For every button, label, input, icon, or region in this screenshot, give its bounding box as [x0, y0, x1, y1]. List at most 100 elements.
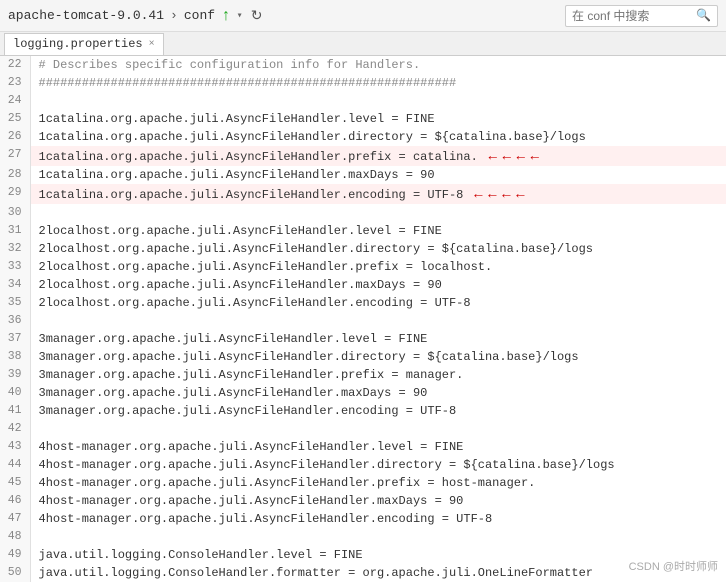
line-number: 47: [0, 510, 30, 528]
line-code: 3manager.org.apache.juli.AsyncFileHandle…: [30, 330, 726, 348]
breadcrumb-project[interactable]: apache-tomcat-9.0.41: [8, 8, 164, 23]
line-code: [30, 204, 726, 222]
line-code: 2localhost.org.apache.juli.AsyncFileHand…: [30, 222, 726, 240]
table-row: 36: [0, 312, 726, 330]
line-code: 2localhost.org.apache.juli.AsyncFileHand…: [30, 240, 726, 258]
search-input[interactable]: [572, 9, 692, 23]
search-box: 🔍: [565, 5, 718, 27]
line-number: 27: [0, 146, 30, 166]
line-number: 23: [0, 74, 30, 92]
line-number: 41: [0, 402, 30, 420]
line-number: 28: [0, 166, 30, 184]
watermark: CSDN @时时师师: [629, 558, 718, 574]
line-code: [30, 92, 726, 110]
line-number: 24: [0, 92, 30, 110]
line-code: 4host-manager.org.apache.juli.AsyncFileH…: [30, 492, 726, 510]
tab-bar: logging.properties ×: [0, 32, 726, 56]
line-number: 29: [0, 184, 30, 204]
table-row: 48: [0, 528, 726, 546]
line-number: 31: [0, 222, 30, 240]
line-code: java.util.logging.ConsoleHandler.formatt…: [30, 564, 726, 582]
line-number: 33: [0, 258, 30, 276]
line-code: java.util.logging.ConsoleHandler.level =…: [30, 546, 726, 564]
line-code: 2localhost.org.apache.juli.AsyncFileHand…: [30, 276, 726, 294]
table-row: 454host-manager.org.apache.juli.AsyncFil…: [0, 474, 726, 492]
line-number: 32: [0, 240, 30, 258]
line-number: 34: [0, 276, 30, 294]
line-number: 48: [0, 528, 30, 546]
table-row: 403manager.org.apache.juli.AsyncFileHand…: [0, 384, 726, 402]
table-row: 322localhost.org.apache.juli.AsyncFileHa…: [0, 240, 726, 258]
code-table: 22# Describes specific configuration inf…: [0, 56, 726, 582]
table-row: 434host-manager.org.apache.juli.AsyncFil…: [0, 438, 726, 456]
line-number: 50: [0, 564, 30, 582]
line-code: 1catalina.org.apache.juli.AsyncFileHandl…: [30, 184, 726, 204]
line-code: 2localhost.org.apache.juli.AsyncFileHand…: [30, 294, 726, 312]
line-code: [30, 312, 726, 330]
line-code: [30, 528, 726, 546]
line-code: 4host-manager.org.apache.juli.AsyncFileH…: [30, 456, 726, 474]
header-bar: apache-tomcat-9.0.41 › conf ↑ ▾ ↻ 🔍: [0, 0, 726, 32]
table-row: 383manager.org.apache.juli.AsyncFileHand…: [0, 348, 726, 366]
line-number: 43: [0, 438, 30, 456]
line-code: 4host-manager.org.apache.juli.AsyncFileH…: [30, 474, 726, 492]
line-number: 26: [0, 128, 30, 146]
table-row: 373manager.org.apache.juli.AsyncFileHand…: [0, 330, 726, 348]
line-number: 36: [0, 312, 30, 330]
table-row: 281catalina.org.apache.juli.AsyncFileHan…: [0, 166, 726, 184]
table-row: 474host-manager.org.apache.juli.AsyncFil…: [0, 510, 726, 528]
table-row: 342localhost.org.apache.juli.AsyncFileHa…: [0, 276, 726, 294]
red-arrow-icon: ←←←←: [467, 184, 527, 202]
line-code: 1catalina.org.apache.juli.AsyncFileHandl…: [30, 128, 726, 146]
line-number: 25: [0, 110, 30, 128]
table-row: 24: [0, 92, 726, 110]
line-code: 4host-manager.org.apache.juli.AsyncFileH…: [30, 510, 726, 528]
line-code: # Describes specific configuration info …: [30, 56, 726, 74]
table-row: 49java.util.logging.ConsoleHandler.level…: [0, 546, 726, 564]
line-code: 2localhost.org.apache.juli.AsyncFileHand…: [30, 258, 726, 276]
table-row: 22# Describes specific configuration inf…: [0, 56, 726, 74]
code-area: 22# Describes specific configuration inf…: [0, 56, 726, 582]
line-code: 4host-manager.org.apache.juli.AsyncFileH…: [30, 438, 726, 456]
line-code: 1catalina.org.apache.juli.AsyncFileHandl…: [30, 166, 726, 184]
line-code: ########################################…: [30, 74, 726, 92]
dropdown-arrow-icon[interactable]: ▾: [237, 10, 243, 22]
table-row: 393manager.org.apache.juli.AsyncFileHand…: [0, 366, 726, 384]
red-arrow-icon: ←←←←: [482, 146, 542, 164]
line-number: 40: [0, 384, 30, 402]
tab-close-icon[interactable]: ×: [149, 39, 155, 50]
table-row: 444host-manager.org.apache.juli.AsyncFil…: [0, 456, 726, 474]
table-row: 291catalina.org.apache.juli.AsyncFileHan…: [0, 184, 726, 204]
breadcrumb-folder[interactable]: conf: [184, 8, 215, 23]
line-number: 37: [0, 330, 30, 348]
table-row: 251catalina.org.apache.juli.AsyncFileHan…: [0, 110, 726, 128]
table-row: 413manager.org.apache.juli.AsyncFileHand…: [0, 402, 726, 420]
table-row: 464host-manager.org.apache.juli.AsyncFil…: [0, 492, 726, 510]
table-row: 23######################################…: [0, 74, 726, 92]
tab-logging-properties[interactable]: logging.properties ×: [4, 33, 164, 55]
table-row: 352localhost.org.apache.juli.AsyncFileHa…: [0, 294, 726, 312]
breadcrumb-separator: ›: [170, 8, 178, 23]
line-number: 44: [0, 456, 30, 474]
line-number: 46: [0, 492, 30, 510]
table-row: 312localhost.org.apache.juli.AsyncFileHa…: [0, 222, 726, 240]
line-code: 3manager.org.apache.juli.AsyncFileHandle…: [30, 348, 726, 366]
table-row: 332localhost.org.apache.juli.AsyncFileHa…: [0, 258, 726, 276]
table-row: 30: [0, 204, 726, 222]
table-row: 42: [0, 420, 726, 438]
line-code: [30, 420, 726, 438]
search-icon: 🔍: [696, 8, 711, 23]
line-number: 42: [0, 420, 30, 438]
line-number: 49: [0, 546, 30, 564]
refresh-button[interactable]: ↻: [251, 7, 263, 24]
line-code: 3manager.org.apache.juli.AsyncFileHandle…: [30, 402, 726, 420]
line-number: 30: [0, 204, 30, 222]
line-number: 35: [0, 294, 30, 312]
table-row: 50java.util.logging.ConsoleHandler.forma…: [0, 564, 726, 582]
table-row: 261catalina.org.apache.juli.AsyncFileHan…: [0, 128, 726, 146]
line-number: 38: [0, 348, 30, 366]
line-number: 39: [0, 366, 30, 384]
table-row: 271catalina.org.apache.juli.AsyncFileHan…: [0, 146, 726, 166]
line-code: 3manager.org.apache.juli.AsyncFileHandle…: [30, 366, 726, 384]
line-number: 45: [0, 474, 30, 492]
